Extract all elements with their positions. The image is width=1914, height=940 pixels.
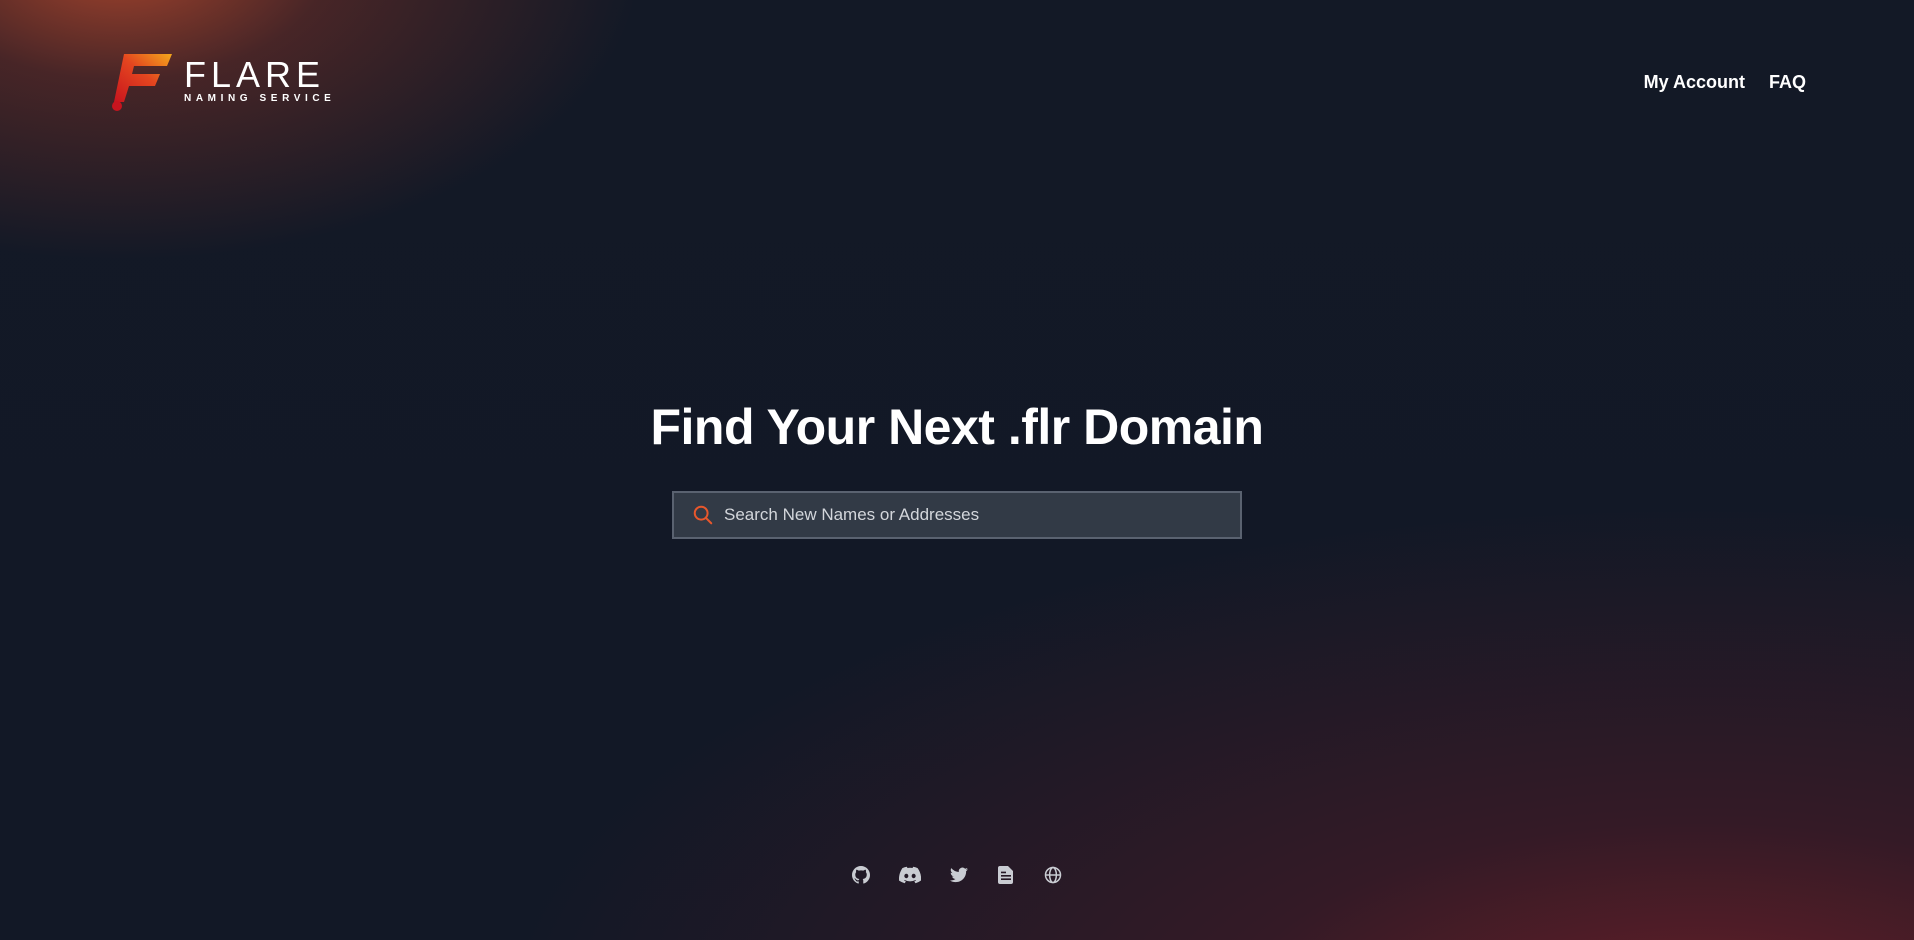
github-icon[interactable]: [852, 866, 870, 884]
nav-link-my-account[interactable]: My Account: [1644, 72, 1745, 93]
flare-logo-mark-icon: [112, 54, 172, 111]
brand-wordmark: FLARE NAMING SERVICE: [184, 54, 336, 105]
brand-subtitle: NAMING SERVICE: [184, 93, 336, 104]
discord-icon[interactable]: [899, 866, 921, 884]
globe-icon[interactable]: [1044, 866, 1062, 884]
search-box[interactable]: [672, 491, 1242, 539]
document-icon[interactable]: [997, 866, 1015, 884]
twitter-icon[interactable]: [950, 866, 968, 884]
search-icon: [693, 505, 713, 525]
brand-logo[interactable]: FLARE NAMING SERVICE: [110, 52, 335, 112]
brand-name: FLARE: [184, 54, 326, 95]
header: FLARE NAMING SERVICE My Account FAQ: [0, 0, 1914, 160]
nav-link-faq[interactable]: FAQ: [1769, 72, 1806, 93]
page-title: Find Your Next .flr Domain: [650, 399, 1264, 455]
search-input[interactable]: [714, 493, 1240, 537]
top-nav: My Account FAQ: [1644, 72, 1806, 93]
social-links: [852, 866, 1062, 884]
footer: [0, 866, 1914, 884]
